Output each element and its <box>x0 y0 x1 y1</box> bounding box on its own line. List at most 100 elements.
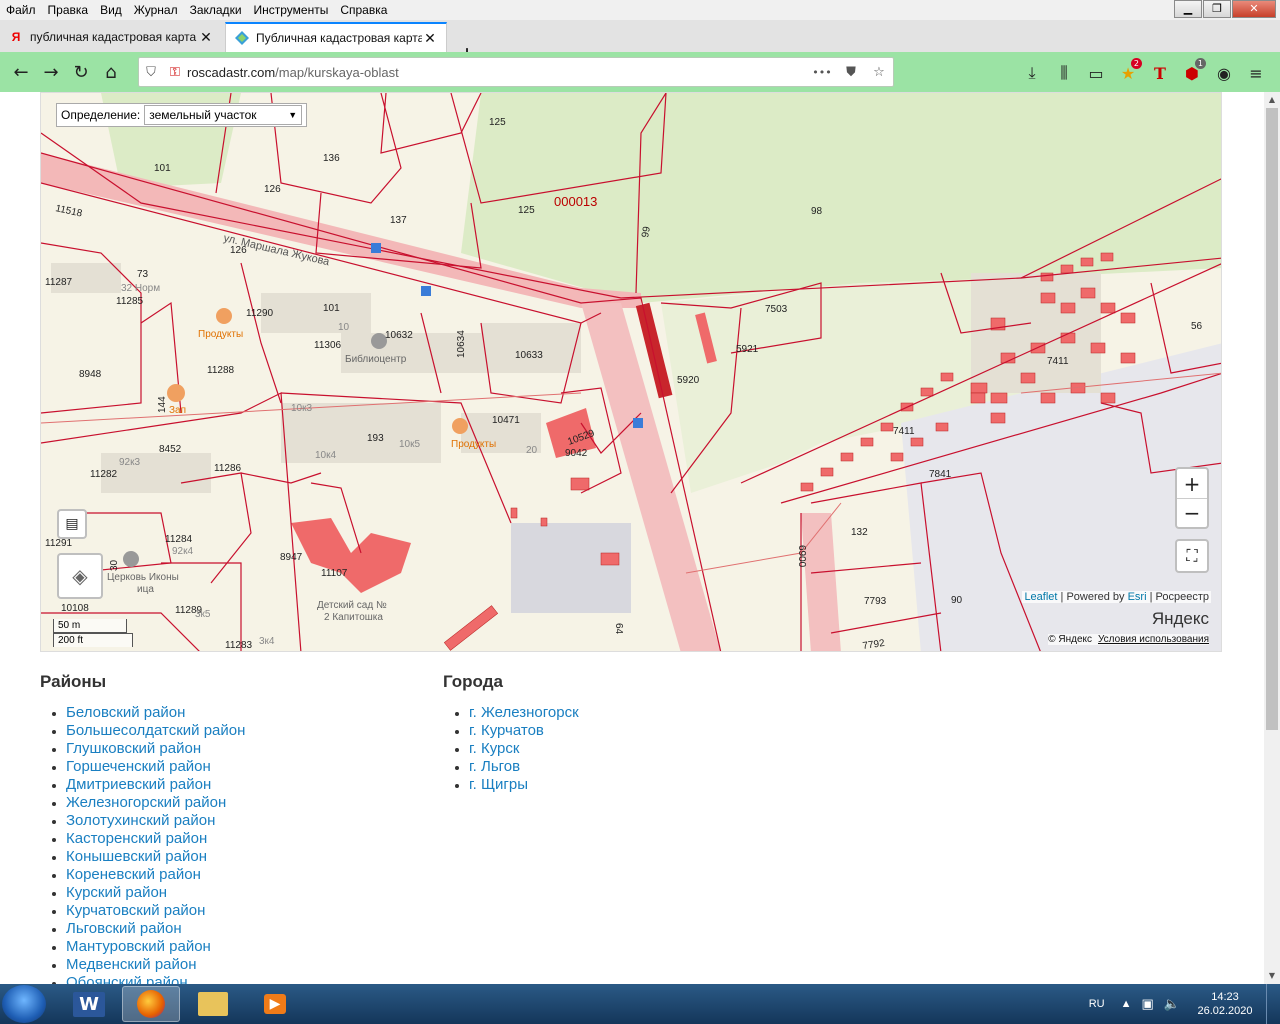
map-label: 92к4 <box>172 546 193 557</box>
map-attribution: Leaflet | Powered by Esri | Росреестр <box>1022 591 1211 603</box>
tab-yandex[interactable]: Я публичная кадастровая карта ✕ <box>0 22 222 52</box>
scrollbar-thumb[interactable] <box>1266 108 1278 730</box>
extension-badge: 2 <box>1130 58 1142 69</box>
menu-file[interactable]: Файл <box>0 3 42 17</box>
district-link[interactable]: Касторенский район <box>66 830 245 848</box>
city-link[interactable]: г. Курск <box>469 740 579 758</box>
close-window-button[interactable]: ✕ <box>1232 0 1276 18</box>
close-icon[interactable]: ✕ <box>198 29 214 46</box>
translate-icon[interactable]: T <box>1144 58 1176 88</box>
menu-history[interactable]: Журнал <box>128 3 184 17</box>
district-link[interactable]: Кореневский район <box>66 866 245 884</box>
cadastral-map[interactable]: 125 136 101 126 11518 137 125 000013 98 … <box>40 92 1222 652</box>
shield-icon[interactable]: ⛉ <box>139 65 163 80</box>
ruler-icon[interactable]: ▤ <box>57 509 87 539</box>
city-link[interactable]: г. Щигры <box>469 776 579 794</box>
language-indicator[interactable]: RU <box>1089 998 1105 1010</box>
map-label: 64 <box>613 623 624 635</box>
reload-icon[interactable]: ↻ <box>66 57 96 87</box>
network-icon[interactable]: ▣ <box>1142 996 1154 1012</box>
start-button[interactable] <box>2 985 46 1023</box>
scroll-up-icon[interactable]: ▲ <box>1264 92 1280 108</box>
leaflet-link[interactable]: Leaflet <box>1024 591 1057 603</box>
tab-title: публичная кадастровая карта <box>30 30 197 44</box>
district-link[interactable]: Курский район <box>66 884 245 902</box>
menu-help[interactable]: Справка <box>334 3 393 17</box>
menu-edit[interactable]: Правка <box>42 3 95 17</box>
layers-icon[interactable]: ◈ <box>57 553 103 599</box>
district-link[interactable]: Медвенский район <box>66 956 245 974</box>
district-link[interactable]: Мантуровский район <box>66 938 245 956</box>
map-label: 11285 <box>116 296 144 307</box>
map-label: 98 <box>811 206 823 217</box>
sidebar-icon[interactable]: ▭ <box>1080 58 1112 88</box>
definition-select[interactable]: земельный участок ▼ <box>144 105 303 125</box>
district-link[interactable]: Конышевский район <box>66 848 245 866</box>
player-app-button[interactable]: ▶ <box>246 986 304 1022</box>
map-label: 193 <box>367 433 384 444</box>
map-label: 90 <box>951 595 963 606</box>
district-link[interactable]: Курчатовский район <box>66 902 245 920</box>
district-link[interactable]: Обоянский район <box>66 974 245 984</box>
map-label: 7841 <box>929 469 952 480</box>
word-app-button[interactable]: W <box>60 986 118 1022</box>
map-label: 56 <box>1191 321 1203 332</box>
fullscreen-icon[interactable]: ⛶ <box>1175 539 1209 573</box>
district-link[interactable]: Железногорский район <box>66 794 245 812</box>
esri-link[interactable]: Esri <box>1128 591 1147 603</box>
page-scrollbar[interactable]: ▲ ▼ <box>1264 92 1280 984</box>
menu-hamburger-icon[interactable]: ≡ <box>1240 58 1272 88</box>
attrib-text: | Росреестр <box>1146 591 1209 603</box>
bookmark-star-icon[interactable]: ☆ <box>865 65 893 80</box>
page-actions-icon[interactable]: ••• <box>807 66 837 79</box>
menu-tools[interactable]: Инструменты <box>248 3 335 17</box>
menu-bookmarks[interactable]: Закладки <box>184 3 248 17</box>
minimize-button[interactable]: ▁ <box>1174 0 1202 18</box>
account-icon[interactable]: ◉ <box>1208 58 1240 88</box>
zoom-out-button[interactable]: − <box>1177 499 1207 527</box>
terms-link[interactable]: Условия использования <box>1098 634 1209 645</box>
library-icon[interactable]: ⫼ <box>1048 58 1080 88</box>
pocket-icon[interactable]: ⛊ <box>837 65 865 80</box>
city-link[interactable]: г. Курчатов <box>469 722 579 740</box>
explorer-app-button[interactable] <box>184 986 242 1022</box>
firefox-app-button[interactable] <box>122 986 180 1022</box>
url-text[interactable]: roscadastr.com/map/kurskaya-oblast <box>187 65 807 80</box>
back-icon[interactable]: ← <box>6 57 36 87</box>
volume-icon[interactable]: 🔈 <box>1164 996 1180 1012</box>
map-label: 30 <box>109 559 120 571</box>
tab-roscadastr[interactable]: Публичная кадастровая карта ✕ <box>225 22 447 52</box>
address-bar[interactable]: ⛉ ⚿ roscadastr.com/map/kurskaya-oblast •… <box>138 57 894 87</box>
chevron-down-icon: ▼ <box>288 110 298 120</box>
scroll-down-icon[interactable]: ▼ <box>1264 968 1280 984</box>
show-desktop-button[interactable] <box>1266 984 1280 1024</box>
map-label: 11283 <box>225 640 253 651</box>
district-link[interactable]: Дмитриевский район <box>66 776 245 794</box>
maximize-button[interactable]: ❐ <box>1203 0 1231 18</box>
adblock-icon[interactable]: ⬢ 1 <box>1176 58 1208 88</box>
city-link[interactable]: г. Железногорск <box>469 704 579 722</box>
district-link[interactable]: Глушковский район <box>66 740 245 758</box>
insecure-lock-icon[interactable]: ⚿ <box>163 65 187 80</box>
map-label: 32 Норм <box>121 283 160 294</box>
district-link[interactable]: Большесолдатский район <box>66 722 245 740</box>
city-link[interactable]: г. Льгов <box>469 758 579 776</box>
tray-up-icon[interactable]: ▲ <box>1121 998 1132 1010</box>
map-label: 11518 <box>54 203 83 219</box>
clock[interactable]: 14:23 26.02.2020 <box>1190 990 1260 1018</box>
district-link[interactable]: Льговский район <box>66 920 245 938</box>
yandex-logo: Яндекс <box>1151 609 1209 628</box>
district-link[interactable]: Беловский район <box>66 704 245 722</box>
close-icon[interactable]: ✕ <box>422 30 438 47</box>
district-link[interactable]: Золотухинский район <box>66 812 245 830</box>
forward-icon[interactable]: → <box>36 57 66 87</box>
district-link[interactable]: Горшеченский район <box>66 758 245 776</box>
zoom-in-button[interactable]: + <box>1177 469 1207 499</box>
menu-view[interactable]: Вид <box>94 3 128 17</box>
home-icon[interactable]: ⌂ <box>96 57 126 87</box>
map-label: 136 <box>323 153 340 164</box>
map-tiles[interactable]: 125 136 101 126 11518 137 125 000013 98 … <box>41 93 1222 652</box>
extension-star-icon[interactable]: ★ 2 <box>1112 58 1144 88</box>
poi-label: Продукты <box>198 329 243 340</box>
download-icon[interactable]: ⤓ <box>1016 58 1048 88</box>
